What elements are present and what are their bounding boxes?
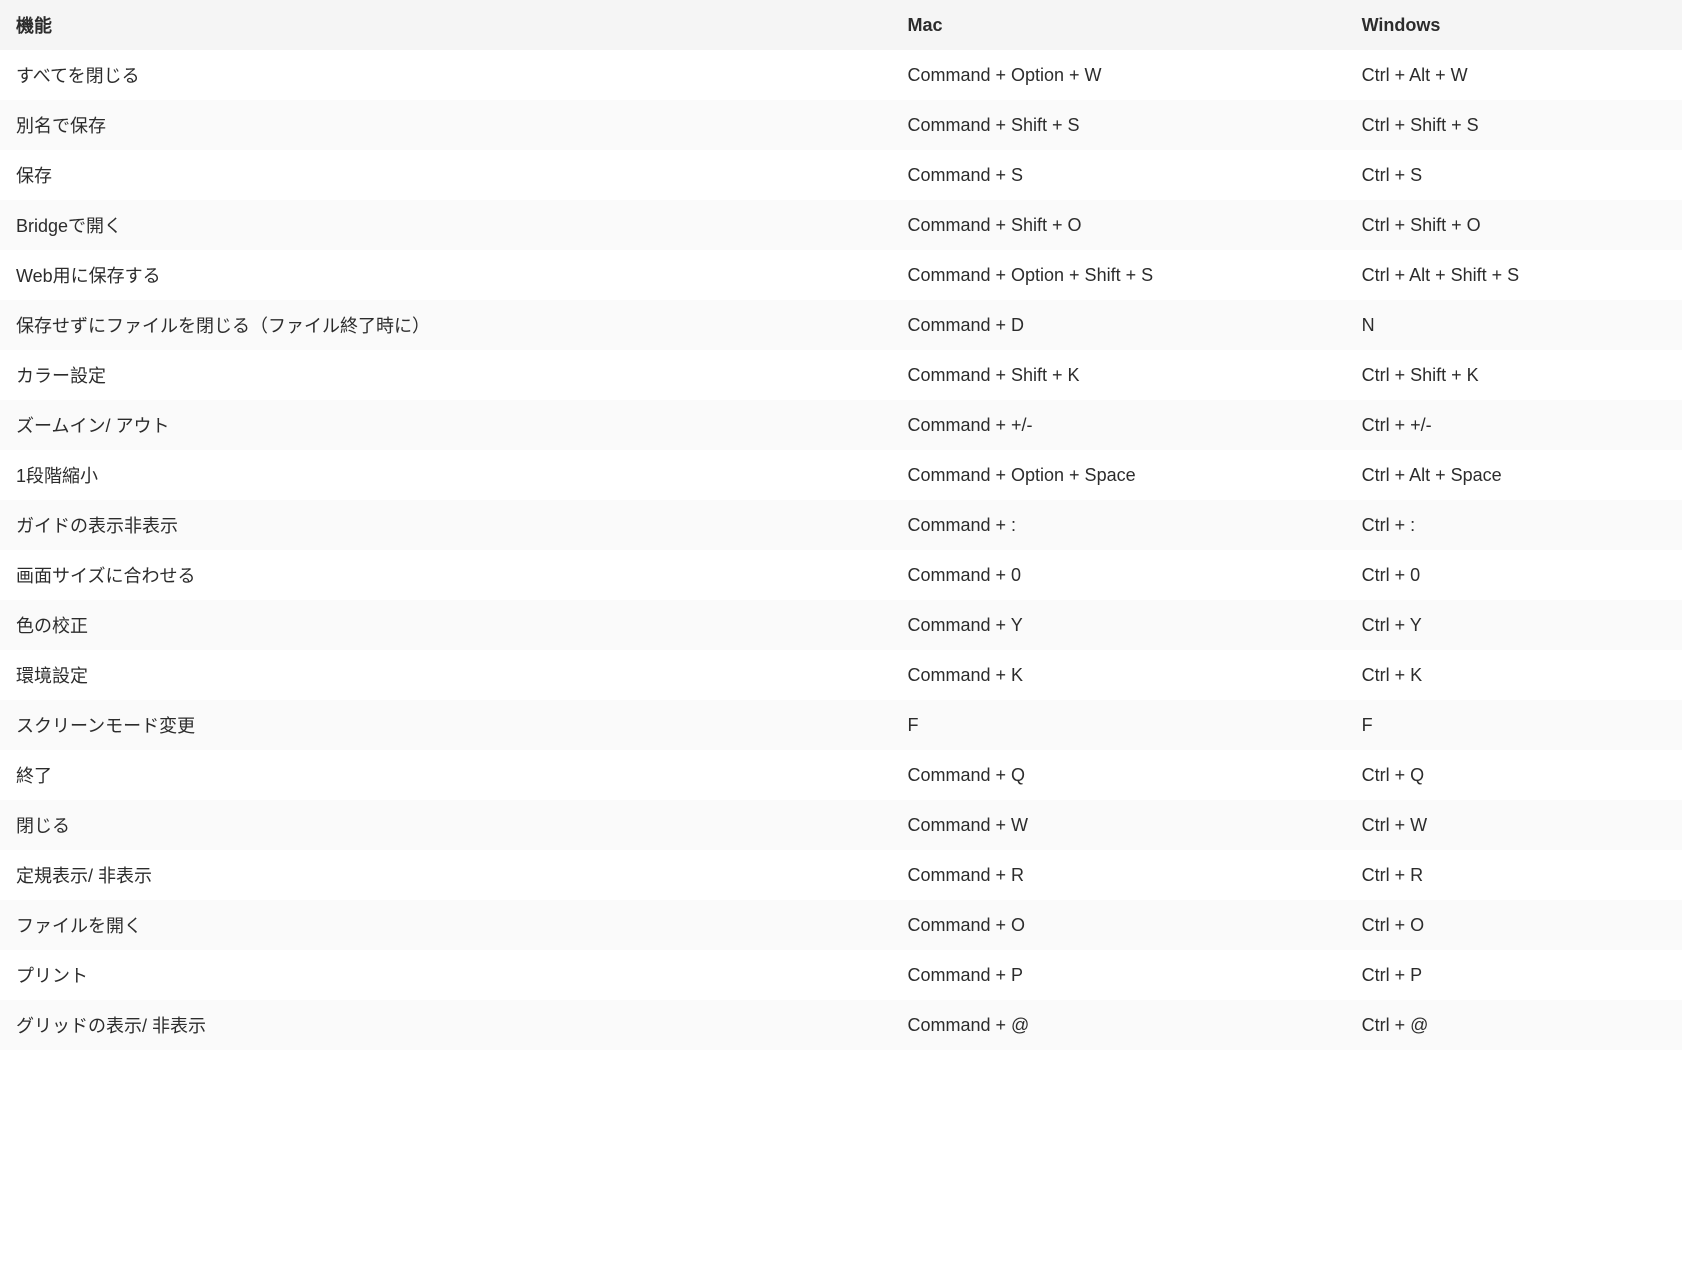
cell-mac: Command + Option + W	[891, 50, 1345, 100]
cell-mac: Command + Option + Space	[891, 450, 1345, 500]
cell-mac: Command + :	[891, 500, 1345, 550]
table-row: 保存Command + SCtrl + S	[0, 150, 1682, 200]
cell-feature: 定規表示/ 非表示	[0, 850, 891, 900]
cell-windows: Ctrl + Alt + W	[1346, 50, 1682, 100]
cell-mac: Command + @	[891, 1000, 1345, 1050]
cell-windows: Ctrl + Alt + Shift + S	[1346, 250, 1682, 300]
cell-windows: Ctrl + Alt + Space	[1346, 450, 1682, 500]
table-row: 保存せずにファイルを閉じる（ファイル終了時に）Command + DN	[0, 300, 1682, 350]
table-row: 色の校正Command + YCtrl + Y	[0, 600, 1682, 650]
cell-feature: Bridgeで開く	[0, 200, 891, 250]
cell-feature: 終了	[0, 750, 891, 800]
cell-mac: Command + +/-	[891, 400, 1345, 450]
cell-windows: Ctrl + 0	[1346, 550, 1682, 600]
cell-mac: F	[891, 700, 1345, 750]
table-row: スクリーンモード変更FF	[0, 700, 1682, 750]
cell-feature: 閉じる	[0, 800, 891, 850]
cell-mac: Command + R	[891, 850, 1345, 900]
cell-feature: 保存せずにファイルを閉じる（ファイル終了時に）	[0, 300, 891, 350]
cell-feature: すべてを閉じる	[0, 50, 891, 100]
cell-windows: Ctrl + R	[1346, 850, 1682, 900]
cell-windows: N	[1346, 300, 1682, 350]
cell-feature: Web用に保存する	[0, 250, 891, 300]
cell-windows: Ctrl + O	[1346, 900, 1682, 950]
header-mac: Mac	[891, 0, 1345, 50]
cell-mac: Command + Shift + S	[891, 100, 1345, 150]
table-row: 別名で保存Command + Shift + SCtrl + Shift + S	[0, 100, 1682, 150]
cell-mac: Command + Shift + K	[891, 350, 1345, 400]
cell-feature: ファイルを開く	[0, 900, 891, 950]
cell-windows: Ctrl + Shift + O	[1346, 200, 1682, 250]
cell-mac: Command + Option + Shift + S	[891, 250, 1345, 300]
table-row: 終了Command + QCtrl + Q	[0, 750, 1682, 800]
cell-windows: Ctrl + Q	[1346, 750, 1682, 800]
cell-mac: Command + Y	[891, 600, 1345, 650]
cell-mac: Command + P	[891, 950, 1345, 1000]
cell-feature: ズームイン/ アウト	[0, 400, 891, 450]
table-row: 定規表示/ 非表示Command + RCtrl + R	[0, 850, 1682, 900]
cell-feature: スクリーンモード変更	[0, 700, 891, 750]
cell-windows: Ctrl + Shift + K	[1346, 350, 1682, 400]
table-row: 閉じるCommand + WCtrl + W	[0, 800, 1682, 850]
cell-windows: Ctrl + @	[1346, 1000, 1682, 1050]
cell-feature: カラー設定	[0, 350, 891, 400]
cell-mac: Command + K	[891, 650, 1345, 700]
table-header-row: 機能 Mac Windows	[0, 0, 1682, 50]
cell-feature: 保存	[0, 150, 891, 200]
table-row: ファイルを開くCommand + OCtrl + O	[0, 900, 1682, 950]
shortcuts-table: 機能 Mac Windows すべてを閉じるCommand + Option +…	[0, 0, 1682, 1050]
table-row: ガイドの表示非表示Command + :Ctrl + :	[0, 500, 1682, 550]
cell-mac: Command + D	[891, 300, 1345, 350]
cell-feature: 画面サイズに合わせる	[0, 550, 891, 600]
cell-feature: 1段階縮小	[0, 450, 891, 500]
cell-mac: Command + S	[891, 150, 1345, 200]
table-row: 1段階縮小Command + Option + SpaceCtrl + Alt …	[0, 450, 1682, 500]
cell-mac: Command + Q	[891, 750, 1345, 800]
table-row: 環境設定Command + KCtrl + K	[0, 650, 1682, 700]
table-row: プリントCommand + PCtrl + P	[0, 950, 1682, 1000]
cell-feature: 色の校正	[0, 600, 891, 650]
cell-mac: Command + O	[891, 900, 1345, 950]
cell-feature: 環境設定	[0, 650, 891, 700]
cell-windows: Ctrl + Shift + S	[1346, 100, 1682, 150]
cell-feature: ガイドの表示非表示	[0, 500, 891, 550]
table-row: ズームイン/ アウトCommand + +/-Ctrl + +/-	[0, 400, 1682, 450]
cell-mac: Command + 0	[891, 550, 1345, 600]
cell-windows: Ctrl + Y	[1346, 600, 1682, 650]
cell-windows: Ctrl + P	[1346, 950, 1682, 1000]
cell-mac: Command + W	[891, 800, 1345, 850]
cell-feature: グリッドの表示/ 非表示	[0, 1000, 891, 1050]
cell-windows: F	[1346, 700, 1682, 750]
cell-windows: Ctrl + :	[1346, 500, 1682, 550]
table-row: Bridgeで開くCommand + Shift + OCtrl + Shift…	[0, 200, 1682, 250]
cell-windows: Ctrl + K	[1346, 650, 1682, 700]
cell-windows: Ctrl + +/-	[1346, 400, 1682, 450]
table-row: グリッドの表示/ 非表示Command + @Ctrl + @	[0, 1000, 1682, 1050]
cell-feature: 別名で保存	[0, 100, 891, 150]
cell-feature: プリント	[0, 950, 891, 1000]
cell-windows: Ctrl + W	[1346, 800, 1682, 850]
table-row: カラー設定Command + Shift + KCtrl + Shift + K	[0, 350, 1682, 400]
table-body: すべてを閉じるCommand + Option + WCtrl + Alt + …	[0, 50, 1682, 1050]
header-windows: Windows	[1346, 0, 1682, 50]
table-row: 画面サイズに合わせるCommand + 0Ctrl + 0	[0, 550, 1682, 600]
cell-windows: Ctrl + S	[1346, 150, 1682, 200]
cell-mac: Command + Shift + O	[891, 200, 1345, 250]
table-row: Web用に保存するCommand + Option + Shift + SCtr…	[0, 250, 1682, 300]
header-feature: 機能	[0, 0, 891, 50]
table-row: すべてを閉じるCommand + Option + WCtrl + Alt + …	[0, 50, 1682, 100]
